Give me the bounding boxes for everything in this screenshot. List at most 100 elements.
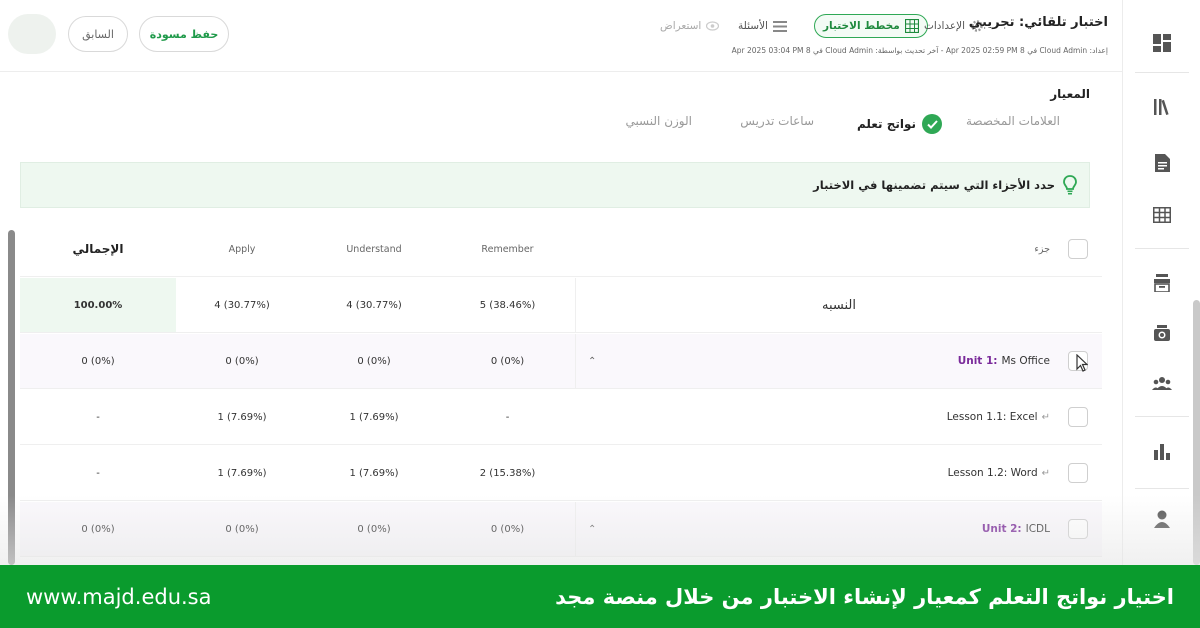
document-icon[interactable] [1151,152,1173,174]
hint-box: حدد الأجزاء التي سيتم تضمينها في الاختبا… [20,162,1090,208]
eye-icon [706,21,720,31]
cell-understand: 1 (7.69%) [349,467,399,479]
sidebar-divider [1135,72,1189,73]
header-part-cell: جزء [575,222,1102,276]
cell-apply: 1 (7.69%) [217,411,267,423]
header-part: جزء [1034,243,1050,255]
unit-name: ICDL [1025,523,1050,535]
step-questions[interactable]: الأسئلة [738,14,787,38]
cell-remember: 0 (0%) [490,523,525,535]
quiz-title: اختبار تلقائي: تجريبي [968,15,1108,30]
ratio-label: النسبه [575,278,1102,332]
row-checkbox[interactable] [1068,463,1088,483]
camera-icon[interactable] [1151,322,1173,344]
lesson-label: Lesson 1.2: Word ↵ [948,446,1050,500]
lesson-name: Lesson 1.1: Excel [946,411,1038,423]
table-header-row: الإجمالي Apply Understand Remember جزء [20,222,1102,277]
tab-learning-outcomes[interactable]: نواتج تعلم [857,114,942,134]
banner-url[interactable]: www.majd.edu.sa [26,585,211,609]
table-row-unit-1: 0 (0%) 0 (0%) 0 (0%) 0 (0%) ⌃ Unit 1: Ms… [20,334,1102,389]
unit-name: Ms Office [1001,355,1050,367]
cell-total: - [96,411,100,423]
lightbulb-icon [1063,175,1077,195]
lesson-name: Lesson 1.2: Word [947,467,1038,479]
table-icon [904,19,919,33]
tab-teaching-hours[interactable]: ساعات تدريس [740,114,814,128]
unit-prefix: Unit 1: [957,355,998,367]
cell-understand: 0 (0%) [357,355,391,367]
top-header: السابق حفظ مسودة استعراض الأسئلة مخطط ال… [0,0,1122,72]
sidebar-divider [1135,488,1189,489]
header-total: الإجمالي [72,242,124,256]
hint-text: حدد الأجزاء التي سيتم تضمينها في الاختبا… [813,178,1055,192]
dashboard-icon[interactable] [1151,32,1173,54]
row-checkbox[interactable] [1068,519,1088,539]
row-checkbox[interactable] [1068,407,1088,427]
cell-part: ⌃ Unit 2: ICDL [575,502,1102,556]
select-all-checkbox[interactable] [1068,239,1088,259]
ratio-total: 100.00% [20,278,176,332]
ratio-understand: 4 (30.77%) [346,299,402,311]
cell-total: - [96,467,100,479]
save-draft-button[interactable]: حفظ مسودة [139,16,229,52]
ratio-apply: 4 (30.77%) [214,299,270,311]
ratio-remember: 5 (38.46%) [479,299,536,311]
cell-understand: 0 (0%) [357,523,391,535]
cell-total: 0 (0%) [81,355,115,367]
sidebar-divider [1135,416,1189,417]
library-icon[interactable] [1151,96,1173,118]
bottom-banner: www.majd.edu.sa اختيار نواتج التعلم كمعي… [0,565,1200,628]
sub-item-icon: ↵ [1041,411,1050,423]
ratio-row: 100.00% 4 (30.77%) 4 (30.77%) 5 (38.46%)… [20,278,1102,333]
table-icon[interactable] [1151,204,1173,226]
chevron-up-icon[interactable]: ⌃ [588,334,596,388]
cell-part: Lesson 1.1: Excel ↵ [575,390,1102,444]
icon-sidebar [1122,0,1200,565]
cell-total: 0 (0%) [81,523,115,535]
sidebar-divider [1135,248,1189,249]
group-icon[interactable] [1151,372,1173,394]
sub-item-icon: ↵ [1041,467,1050,479]
scrollbar-right[interactable] [1193,300,1200,565]
cell-part: Lesson 1.2: Word ↵ [575,446,1102,500]
cell-remember: - [505,411,510,423]
cursor-icon [1076,354,1088,372]
scrollbar-left[interactable] [8,230,15,565]
step-preview-label: استعراض [660,20,702,32]
unit-label: Unit 1: Ms Office [958,334,1050,388]
user-icon[interactable] [1151,508,1173,530]
table-row-lesson-1-2: - 1 (7.69%) 1 (7.69%) 2 (15.38%) Lesson … [20,446,1102,501]
chevron-up-icon[interactable]: ⌃ [588,502,596,556]
archive-icon[interactable] [1151,272,1173,294]
cell-apply: 0 (0%) [225,355,259,367]
cell-remember: 2 (15.38%) [479,467,536,479]
cell-apply: 1 (7.69%) [217,467,267,479]
list-icon [772,20,787,32]
avatar[interactable] [8,14,56,54]
check-icon [922,114,942,134]
bar-chart-icon[interactable] [1151,440,1173,462]
header-understand: Understand [346,243,402,255]
criteria-title: المعيار [1050,87,1090,101]
table-row-unit-2: 0 (0%) 0 (0%) 0 (0%) 0 (0%) ⌃ Unit 2: IC… [20,502,1102,557]
unit-prefix: Unit 2: [981,523,1022,535]
step-settings-label: الإعدادات [924,20,966,32]
step-test-plan[interactable]: مخطط الاختبار [814,14,928,38]
lesson-label: Lesson 1.1: Excel ↵ [947,390,1050,444]
previous-button[interactable]: السابق [68,16,128,52]
step-test-plan-label: مخطط الاختبار [823,20,900,32]
header-apply: Apply [228,243,256,255]
step-questions-label: الأسئلة [738,20,768,32]
banner-title: اختيار نواتج التعلم كمعيار لإنشاء الاختب… [555,584,1174,609]
step-preview[interactable]: استعراض [660,14,720,38]
cell-part: ⌃ Unit 1: Ms Office [575,334,1102,388]
tab-relative-weight[interactable]: الوزن النسبي [625,114,692,128]
cell-remember: 0 (0%) [490,355,525,367]
tab-custom-marks[interactable]: العلامات المخصصة [966,114,1060,128]
quiz-meta: إعداد: Cloud Admin في 8 Apr 2025 02:59 P… [731,46,1108,55]
header-remember: Remember [481,243,534,255]
cell-understand: 1 (7.69%) [349,411,399,423]
tab-learning-outcomes-label: نواتج تعلم [856,117,916,131]
unit-label: Unit 2: ICDL [982,502,1050,556]
table-row-lesson-1-1: - 1 (7.69%) 1 (7.69%) - Lesson 1.1: Exce… [20,390,1102,445]
